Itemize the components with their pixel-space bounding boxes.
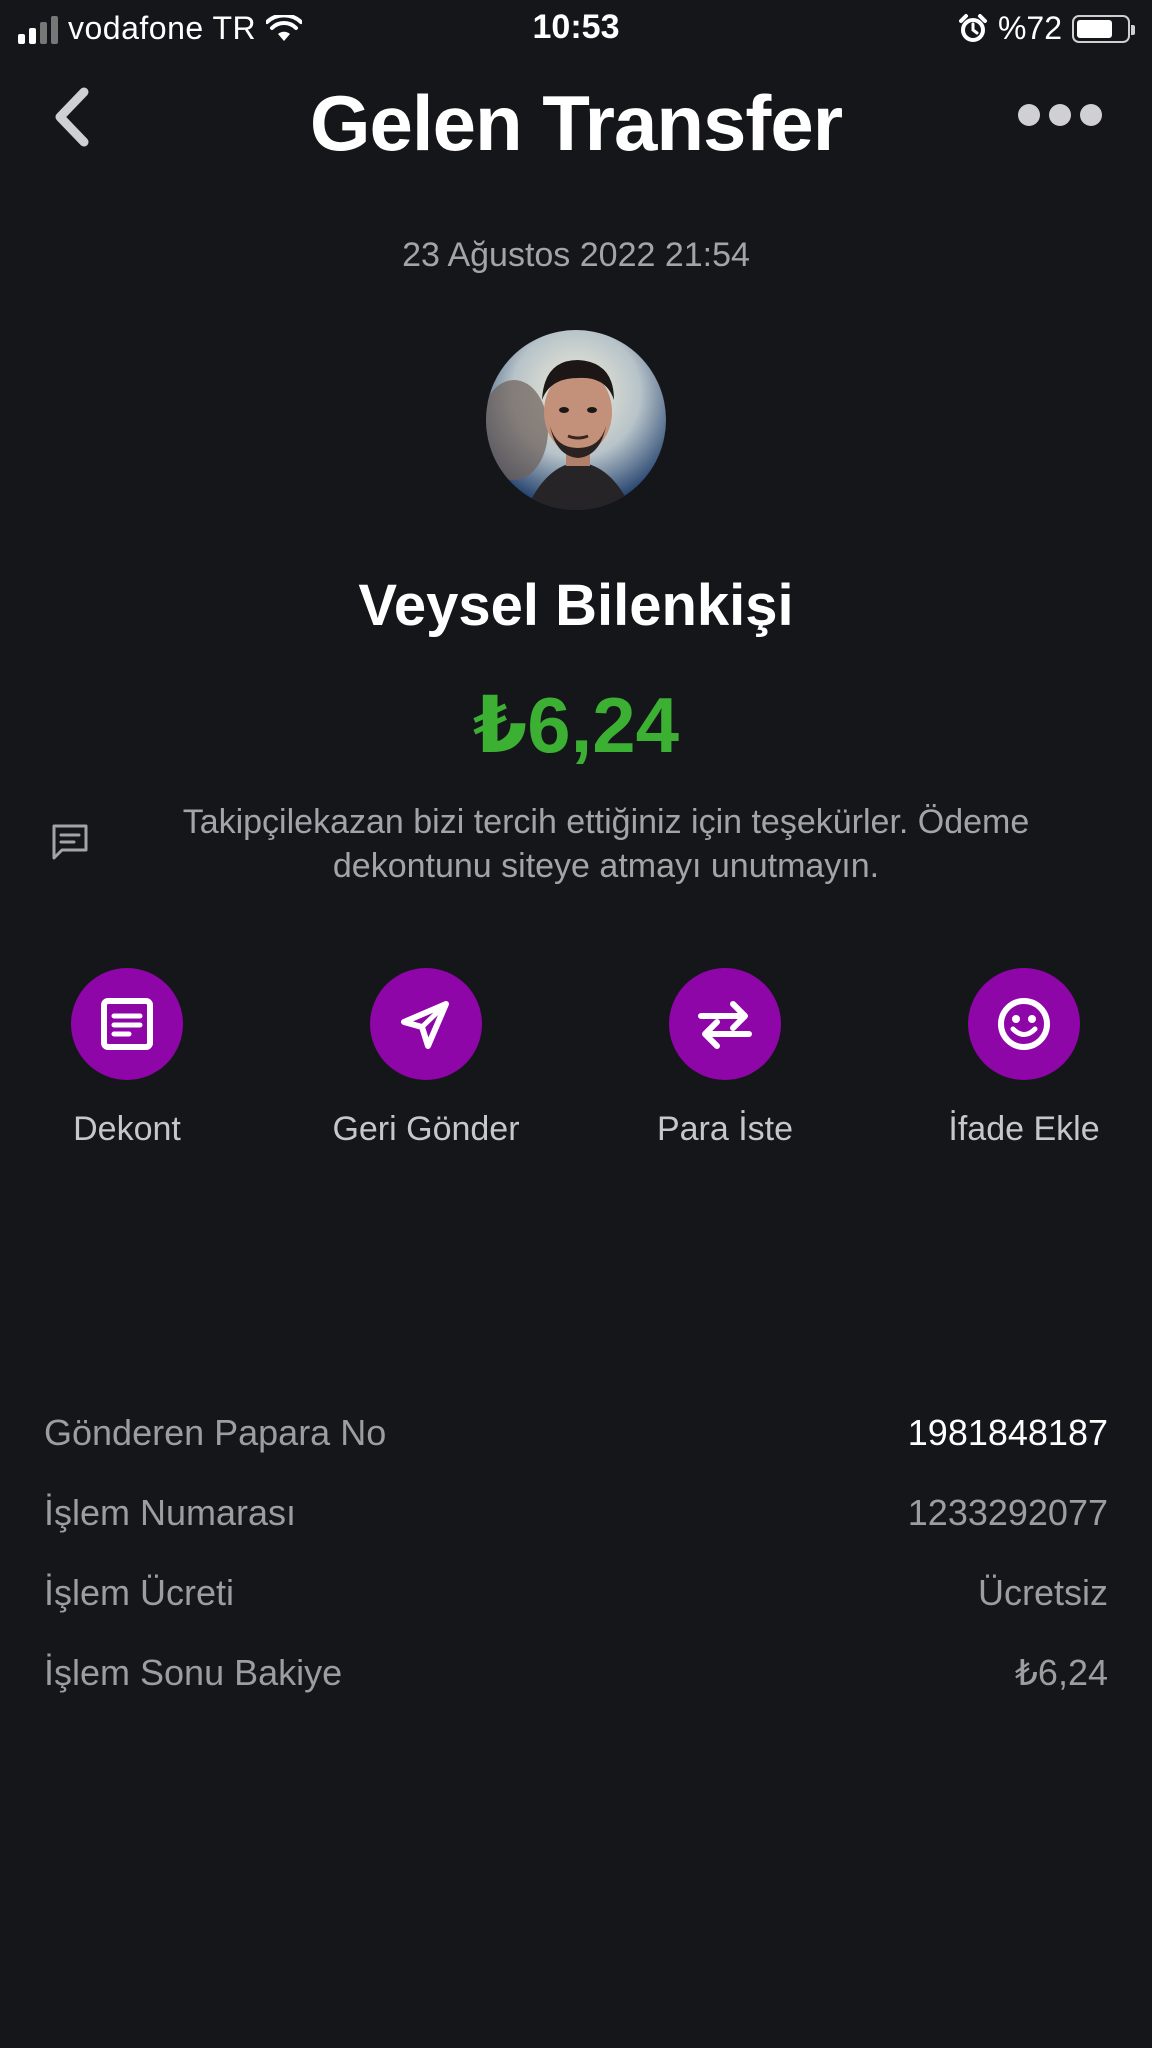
more-dots-icon [1018,104,1040,126]
action-row: Dekont Geri Gönder Para İste İfade Ekle [0,968,1152,1168]
message-text: Takipçilekazan bizi tercih ettiğiniz içi… [182,803,1030,885]
status-bar: vodafone TR 10:53 %72 [0,0,1152,58]
send-back-button-label: Geri Gönder [332,1110,520,1148]
request-money-button-label: Para İste [656,1110,794,1148]
sender-name: Veysel Bilenkişi [358,573,794,638]
receipt-button[interactable]: Dekont [0,968,257,1149]
detail-label: İşlem Ücreti [44,1572,235,1613]
request-money-button[interactable]: Para İste [595,968,855,1149]
page-title: Gelen Transfer [309,79,843,167]
detail-label: İşlem Numarası [44,1492,297,1533]
transfer-message: Takipçilekazan bizi tercih ettiğiniz içi… [0,800,1152,900]
battery-percent: %72 [997,10,1062,46]
add-expression-button[interactable]: İfade Ekle [894,968,1152,1149]
send-back-button-circle[interactable] [370,968,482,1080]
avatar [486,330,666,510]
detail-row-final-balance: İşlem Sonu Bakiye ₺6,24 [44,1640,1108,1720]
detail-value: Ücretsiz [977,1572,1108,1613]
detail-row-fee: İşlem Ücreti Ücretsiz [44,1560,1108,1640]
battery-icon [1072,14,1135,43]
transfer-details: Gönderen Papara No 1981848187 İşlem Numa… [44,1400,1108,1720]
receipt-button-label: Dekont [73,1110,181,1148]
status-right: %72 [958,10,1135,47]
alarm-icon [958,13,987,42]
send-back-button[interactable]: Geri Gönder [296,968,556,1149]
detail-label: Gönderen Papara No [44,1412,387,1453]
receipt-icon [101,998,153,1050]
detail-value: 1233292077 [907,1492,1108,1533]
detail-row-sender-no: Gönderen Papara No 1981848187 [44,1400,1108,1480]
detail-row-transaction-no: İşlem Numarası 1233292077 [44,1480,1108,1560]
transfer-date: 23 Ağustos 2022 21:54 [402,236,750,274]
swap-arrows-icon [698,1001,752,1049]
header: Gelen Transfer [0,60,1152,180]
screen: vodafone TR 10:53 %72 Gelen Transfer 23 … [0,0,1152,2048]
add-expression-button-circle[interactable] [968,968,1080,1080]
message-icon [52,824,88,860]
request-money-button-circle[interactable] [669,968,781,1080]
detail-value[interactable]: 1981848187 [908,1412,1108,1454]
detail-label: İşlem Sonu Bakiye [44,1652,343,1693]
transfer-amount: ₺6,24 [472,681,680,769]
send-icon [401,1001,449,1049]
more-button[interactable] [1018,104,1102,126]
receipt-button-circle[interactable] [71,968,183,1080]
detail-value: ₺6,24 [1015,1652,1108,1693]
battery-fill [1077,19,1112,38]
smiley-icon [998,998,1050,1050]
add-expression-button-label: İfade Ekle [948,1110,1100,1148]
